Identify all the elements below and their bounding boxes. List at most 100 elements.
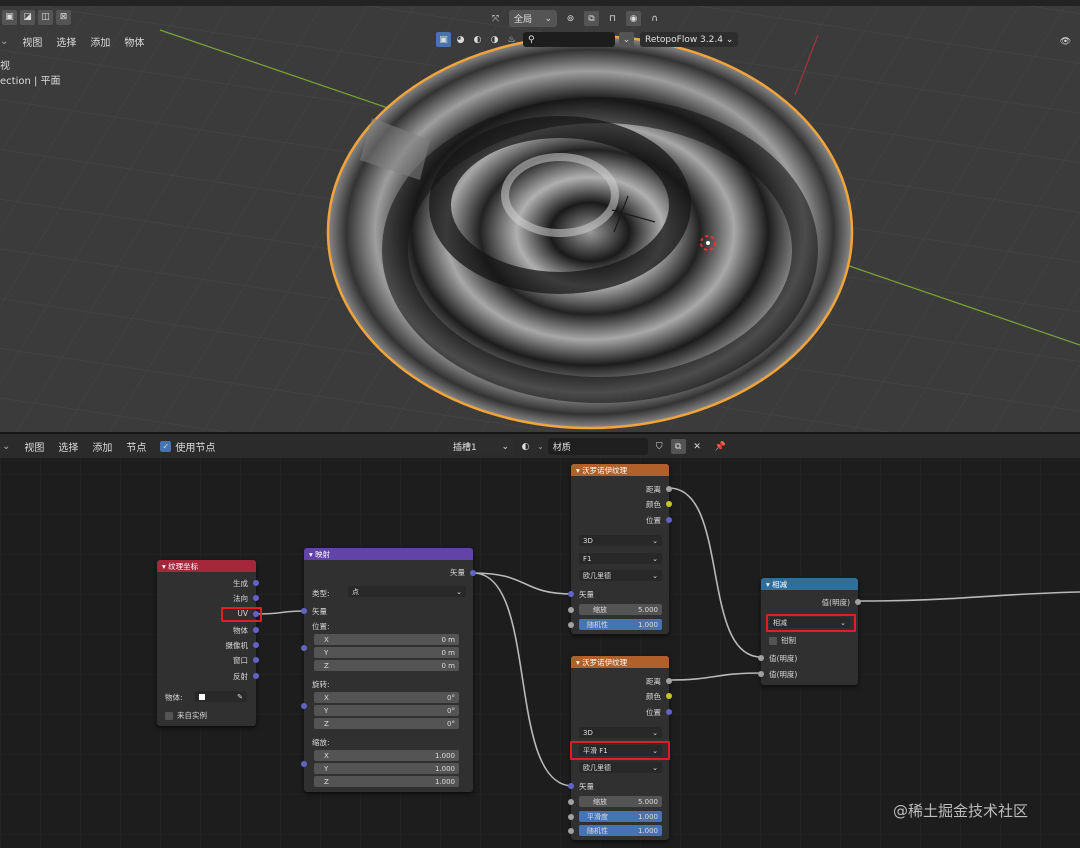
socket-vector-out[interactable]: [470, 570, 476, 576]
socket-camera[interactable]: [253, 642, 259, 648]
intersect-icon[interactable]: ◫: [38, 9, 53, 25]
menu-add[interactable]: 添加: [90, 34, 110, 49]
pivot-icon[interactable]: ⊚: [563, 11, 578, 26]
material-view-icon[interactable]: ◐: [470, 32, 485, 47]
socket-vector-in[interactable]: [568, 783, 574, 789]
node-voronoi-1[interactable]: ▾ 沃罗诺伊纹理 距离 颜色 位置 3D ⌄ F1 ⌄ 欧几里德 ⌄ 矢量 缩放 5.0…: [568, 464, 672, 634]
solid-view-icon[interactable]: ▣: [436, 32, 451, 47]
rotation-z[interactable]: Z 0°: [314, 718, 459, 729]
eyedropper-icon[interactable]: ✎: [237, 693, 243, 701]
dimensions-dropdown[interactable]: 3D ⌄: [579, 727, 662, 738]
menu-chevron-icon[interactable]: ⌄: [0, 36, 8, 47]
socket-position[interactable]: [666, 517, 672, 523]
socket-smoothness-in[interactable]: [568, 814, 574, 820]
eye-icon[interactable]: 👁: [1058, 34, 1073, 49]
snap-target-icon[interactable]: ⊓: [605, 11, 620, 26]
socket-scale-in[interactable]: [301, 761, 307, 767]
socket-window[interactable]: [253, 657, 259, 663]
node-header[interactable]: ▾ 沃罗诺伊纹理: [571, 464, 669, 476]
brush-icon[interactable]: ♨: [504, 32, 519, 47]
socket-random-in[interactable]: [568, 828, 574, 834]
location-y[interactable]: Y 0 m: [314, 647, 459, 658]
search-field[interactable]: ⚲: [523, 32, 615, 47]
type-dropdown[interactable]: 点 ⌄: [348, 586, 466, 597]
node-header[interactable]: ▾ 纹理坐标: [157, 560, 256, 572]
socket-random-in[interactable]: [568, 622, 574, 628]
shader-node-editor[interactable]: ⌄ 视图 选择 添加 节点 ✓ 使用节点 插槽1 ⌄ ◐ ⌄ 材质 ⛉ ⧉ ✕ 📌…: [0, 434, 1080, 848]
scale-z[interactable]: Z 1.000: [314, 776, 459, 787]
socket-color[interactable]: [666, 693, 672, 699]
slot-dropdown[interactable]: 插槽1 ⌄: [448, 438, 514, 455]
menu-view[interactable]: 视图: [22, 34, 42, 49]
retopoflow-button[interactable]: RetopoFlow 3.2.4 ⌄: [640, 32, 739, 47]
socket-rotation-in[interactable]: [301, 703, 307, 709]
clamp-toggle[interactable]: 钳制: [769, 635, 796, 646]
transform-icon[interactable]: ⤧: [488, 11, 503, 26]
smoothness-field[interactable]: 平滑度 1.000: [579, 811, 662, 822]
socket-scale-in[interactable]: [568, 607, 574, 613]
duplicate-icon[interactable]: ⧉: [670, 439, 686, 454]
socket-normal[interactable]: [253, 595, 259, 601]
socket-object[interactable]: [253, 627, 259, 633]
metric-dropdown[interactable]: 欧几里德 ⌄: [579, 570, 662, 581]
node-texture-coordinate[interactable]: ▾ 纹理坐标 生成 法向 UV 物体 摄像机 窗口 反射 物体: ✎ 来自实例: [157, 560, 259, 726]
socket-scale-in[interactable]: [568, 799, 574, 805]
object-picker[interactable]: ✎: [195, 691, 247, 702]
socket-generated[interactable]: [253, 580, 259, 586]
randomness-field[interactable]: 随机性 1.000: [579, 825, 662, 836]
editor-chevron-icon[interactable]: ⌄: [2, 441, 10, 452]
node-header[interactable]: ▾ 映射: [304, 548, 473, 560]
socket-value-in-1[interactable]: [758, 655, 764, 661]
ne-menu-add[interactable]: 添加: [92, 439, 112, 454]
ne-menu-node[interactable]: 节点: [126, 439, 146, 454]
feature-dropdown[interactable]: F1 ⌄: [579, 553, 662, 564]
socket-value-in-2[interactable]: [758, 671, 764, 677]
material-sphere-icon[interactable]: ◐: [518, 439, 533, 454]
rotation-x[interactable]: X 0°: [314, 692, 459, 703]
location-z[interactable]: Z 0 m: [314, 660, 459, 671]
falloff-icon[interactable]: ∩: [647, 11, 662, 26]
pin-icon[interactable]: 📌: [713, 439, 728, 454]
ne-menu-select[interactable]: 选择: [58, 439, 78, 454]
metric-dropdown[interactable]: 欧几里德 ⌄: [579, 762, 662, 773]
node-mapping[interactable]: ▾ 映射 矢量 类型: 点 ⌄ 矢量 位置: X 0 m Y 0 m Z 0 m 旋转:…: [301, 548, 476, 792]
location-x[interactable]: X 0 m: [314, 634, 459, 645]
scale-x[interactable]: X 1.000: [314, 750, 459, 761]
node-header[interactable]: ▾ 沃罗诺伊纹理: [571, 656, 669, 668]
wire-view-icon[interactable]: ◕: [453, 32, 468, 47]
use-nodes-toggle[interactable]: ✓ 使用节点: [160, 439, 215, 454]
proportional-icon[interactable]: ◉: [626, 11, 641, 26]
socket-distance[interactable]: [666, 486, 672, 492]
menu-select[interactable]: 选择: [56, 34, 76, 49]
socket-reflection[interactable]: [253, 673, 259, 679]
socket-vector-in[interactable]: [301, 608, 307, 614]
invert-icon[interactable]: ⊠: [56, 9, 71, 25]
socket-value-out[interactable]: [855, 599, 861, 605]
box-select-icon[interactable]: ◪: [20, 9, 35, 25]
render-view-icon[interactable]: ◑: [487, 32, 502, 47]
from-instancer-toggle[interactable]: 来自实例: [165, 710, 207, 721]
ne-menu-view[interactable]: 视图: [24, 439, 44, 454]
randomness-field[interactable]: 随机性 1.000: [579, 619, 662, 630]
socket-vector-in[interactable]: [568, 591, 574, 597]
socket-distance[interactable]: [666, 678, 672, 684]
material-browse-chevron-icon[interactable]: ⌄: [537, 442, 544, 451]
select-mode-icon[interactable]: ▣: [2, 9, 17, 25]
scale-field[interactable]: 缩放 5.000: [579, 796, 662, 807]
rotation-y[interactable]: Y 0°: [314, 705, 459, 716]
socket-color[interactable]: [666, 501, 672, 507]
dropdown-chevron-icon[interactable]: ⌄: [619, 32, 634, 47]
material-name-field[interactable]: 材质: [547, 438, 648, 455]
menu-object[interactable]: 物体: [124, 34, 144, 49]
socket-location-in[interactable]: [301, 645, 307, 651]
scale-field[interactable]: 缩放 5.000: [579, 604, 662, 615]
scale-y[interactable]: Y 1.000: [314, 763, 459, 774]
viewport-3d[interactable]: ▣ ◪ ◫ ⊠ ⤧ 全局 ⌄ ⊚ ⧉ ⊓ ◉ ∩ ⌄ 视图 选择 添加 物体 ▣ …: [0, 0, 1080, 432]
orientation-dropdown[interactable]: 全局 ⌄: [509, 10, 557, 27]
node-header[interactable]: ▾ 相减: [761, 578, 858, 590]
dimensions-dropdown[interactable]: 3D ⌄: [579, 535, 662, 546]
fake-user-icon[interactable]: ⛉: [652, 439, 667, 454]
close-icon[interactable]: ✕: [690, 439, 705, 454]
socket-position[interactable]: [666, 709, 672, 715]
snap-icon[interactable]: ⧉: [584, 11, 599, 26]
